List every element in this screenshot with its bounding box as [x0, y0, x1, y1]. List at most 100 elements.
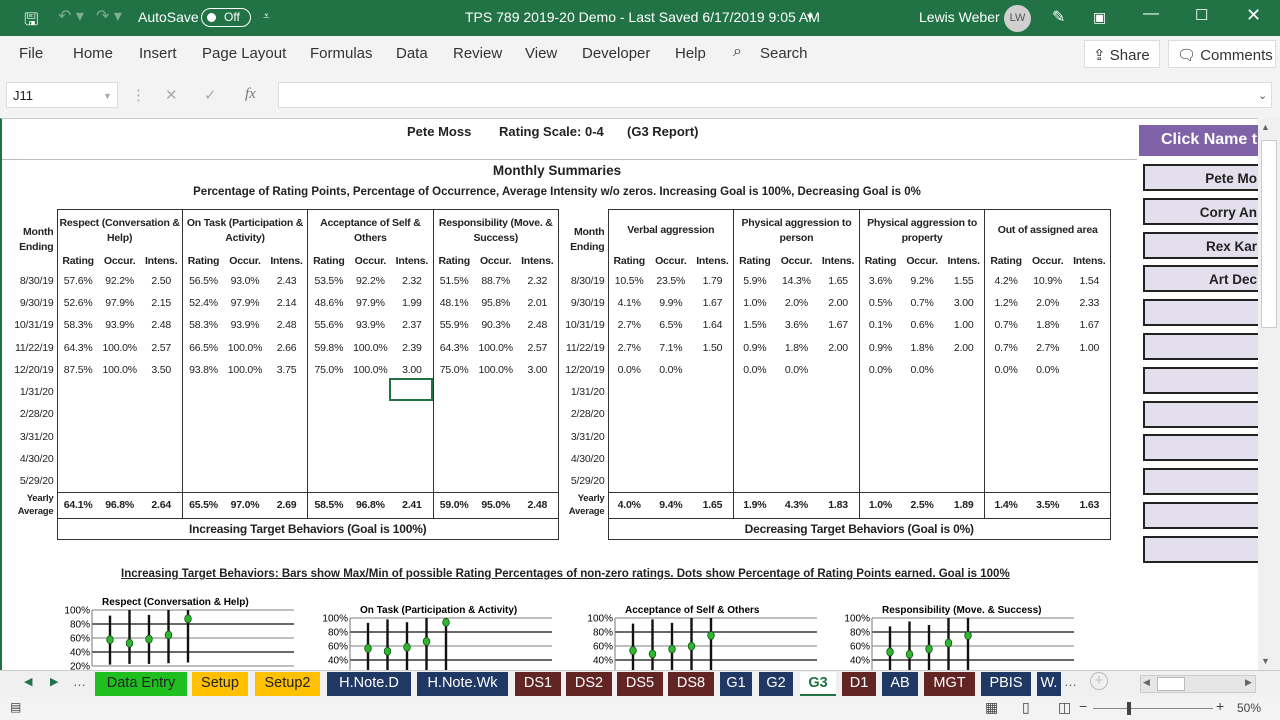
sheet-tab[interactable]: DS1: [515, 672, 561, 696]
student-name-button[interactable]: [1143, 299, 1258, 327]
sheet-tab[interactable]: W.: [1037, 672, 1061, 696]
insert-function-icon[interactable]: fx: [245, 86, 256, 103]
tab-file[interactable]: File: [19, 45, 43, 62]
sheet-tab[interactable]: DS2: [566, 672, 612, 696]
formula-input[interactable]: [278, 82, 1272, 108]
zoom-out-icon[interactable]: −: [1079, 698, 1087, 714]
data-cell: 2.0%: [1036, 296, 1060, 309]
tab-home[interactable]: Home: [73, 45, 113, 62]
student-name-button[interactable]: Art Dec: [1143, 265, 1258, 293]
student-name-button[interactable]: Corry An: [1143, 197, 1258, 225]
sheet-tab[interactable]: H.Note.D: [327, 672, 411, 696]
avatar[interactable]: LW: [1004, 5, 1031, 32]
normal-view-icon[interactable]: ▦: [985, 699, 998, 716]
tab-review[interactable]: Review: [453, 45, 502, 62]
page-layout-view-icon[interactable]: ▯: [1022, 699, 1030, 716]
student-name-button[interactable]: [1143, 468, 1258, 496]
name-box-dropdown-icon[interactable]: ▼: [103, 91, 112, 101]
drag-handle-icon[interactable]: ⋮: [131, 86, 146, 104]
scroll-up-icon[interactable]: ▲: [1261, 122, 1270, 132]
sheet-tab[interactable]: G1: [720, 672, 752, 696]
sheet-tab[interactable]: D1: [842, 672, 876, 696]
scroll-tabs-left-icon[interactable]: ◀: [24, 675, 32, 688]
yearly-average-cell: 2.5%: [901, 492, 943, 519]
redo-icon[interactable]: ↷ ▾: [96, 6, 122, 26]
column-header: Occur.: [103, 254, 136, 267]
maximize-icon[interactable]: ☐: [1195, 6, 1208, 24]
student-name-button[interactable]: [1143, 434, 1258, 462]
tab-insert[interactable]: Insert: [139, 45, 177, 62]
sheet-tab[interactable]: DS8: [668, 672, 714, 696]
worksheet-grid[interactable]: Pete Moss Rating Scale: 0-4 (G3 Report) …: [0, 118, 1258, 670]
name-box[interactable]: J11: [6, 82, 118, 108]
scroll-left-icon[interactable]: ◀: [1143, 677, 1150, 688]
sheet-tab[interactable]: AB: [882, 672, 918, 696]
minimize-icon[interactable]: —: [1143, 5, 1159, 23]
zoom-level[interactable]: 50%: [1237, 701, 1261, 715]
autosave-toggle[interactable]: Off: [201, 8, 251, 27]
share-button[interactable]: ⇪ Share: [1084, 40, 1160, 68]
document-title[interactable]: TPS 789 2019-20 Demo - Last Saved 6/17/2…: [465, 9, 820, 25]
student-name-button[interactable]: [1143, 535, 1258, 563]
more-tabs-left-icon[interactable]: …: [73, 674, 86, 689]
sheet-tab[interactable]: Setup: [192, 672, 248, 696]
enter-icon[interactable]: ✓: [204, 86, 217, 104]
yearly-average-cell: 1.9%: [733, 492, 776, 519]
chart: Acceptance of Self & Others 100% 80% 60% 40%…: [587, 605, 817, 670]
student-name-button[interactable]: [1143, 400, 1258, 428]
page-break-view-icon[interactable]: ◫: [1058, 699, 1071, 716]
data-cell: [99, 448, 141, 470]
vertical-scrollbar[interactable]: ▲ ▼: [1258, 118, 1280, 670]
sheet-tab[interactable]: H.Note.Wk: [417, 672, 508, 696]
pen-icon[interactable]: ✎: [1052, 7, 1065, 27]
zoom-in-icon[interactable]: +: [1216, 698, 1224, 714]
student-name-button[interactable]: [1143, 366, 1258, 394]
hscroll-thumb[interactable]: [1157, 677, 1185, 691]
macro-record-icon[interactable]: ▤: [10, 700, 21, 714]
sheet-tab[interactable]: G3: [800, 672, 836, 696]
sheet-tab[interactable]: Data Entry: [95, 672, 187, 696]
sheet-tab[interactable]: PBIS: [981, 672, 1031, 696]
expand-formula-bar-icon[interactable]: ⌄: [1258, 89, 1267, 102]
sheet-tab[interactable]: MGT: [924, 672, 975, 696]
student-name-button[interactable]: [1143, 333, 1258, 360]
data-cell: 7.1%: [659, 341, 683, 354]
new-sheet-icon[interactable]: +: [1090, 672, 1108, 690]
sheet-tab[interactable]: DS5: [617, 672, 663, 696]
chevron-down-icon[interactable]: ▼: [805, 12, 815, 23]
close-icon[interactable]: ✕: [1246, 5, 1261, 26]
tab-formulas[interactable]: Formulas: [310, 45, 373, 62]
data-cell: [1027, 426, 1069, 448]
data-cell: [607, 403, 650, 426]
sheet-tab[interactable]: G2: [759, 672, 793, 696]
search-box[interactable]: Search: [760, 45, 808, 62]
month-label: 3/31/20: [570, 430, 605, 443]
comments-button[interactable]: 🗨 Comments: [1168, 40, 1276, 68]
tab-page-layout[interactable]: Page Layout: [202, 45, 286, 62]
tab-view[interactable]: View: [525, 45, 557, 62]
selected-cell[interactable]: [389, 378, 433, 401]
tab-help[interactable]: Help: [675, 45, 706, 62]
scroll-down-icon[interactable]: ▼: [1261, 656, 1270, 666]
tab-developer[interactable]: Developer: [582, 45, 650, 62]
student-name-button[interactable]: Pete Mo: [1143, 164, 1258, 191]
undo-icon[interactable]: ↶ ▾: [58, 6, 84, 26]
more-tabs-right-icon[interactable]: …: [1064, 674, 1077, 689]
student-name-button[interactable]: Rex Kar: [1143, 231, 1258, 259]
tab-data[interactable]: Data: [396, 45, 428, 62]
zoom-slider[interactable]: [1093, 708, 1213, 709]
ribbon-display-icon[interactable]: ▣: [1093, 9, 1106, 26]
sheet-tab[interactable]: Setup2: [255, 672, 320, 696]
student-name-button[interactable]: [1143, 502, 1258, 529]
cancel-icon[interactable]: ✕: [165, 86, 178, 104]
horizontal-scrollbar[interactable]: ◀ ▶: [1140, 675, 1256, 693]
user-name[interactable]: Lewis Weber: [919, 9, 1000, 25]
customize-toolbar-icon[interactable]: ⩡: [263, 9, 270, 24]
scroll-tabs-right-icon[interactable]: ▶: [50, 675, 58, 688]
search-icon[interactable]: ⌕: [733, 43, 742, 61]
scrollbar-thumb[interactable]: [1261, 140, 1277, 328]
scroll-right-icon[interactable]: ▶: [1245, 677, 1252, 688]
data-cell: 100.0%: [102, 363, 137, 376]
save-icon[interactable]: 🖫: [24, 7, 38, 36]
zoom-slider-thumb[interactable]: [1127, 702, 1131, 715]
